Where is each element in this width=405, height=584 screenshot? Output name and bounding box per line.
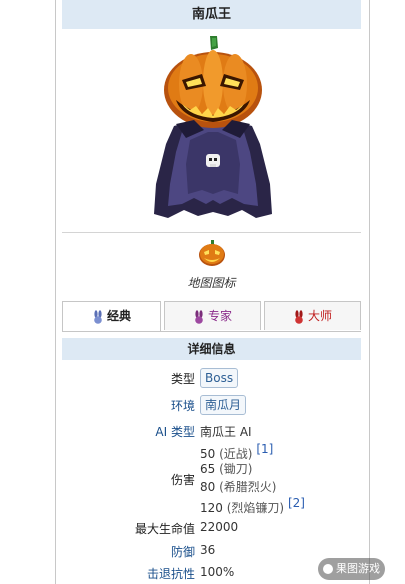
section-divider <box>62 232 361 233</box>
tab-classic-label: 经典 <box>106 309 131 323</box>
type-tag[interactable]: Boss <box>200 368 239 388</box>
stat-row-type: 类型 Boss <box>62 368 361 388</box>
damage-line: 80 (希腊烈火) <box>200 480 277 494</box>
environment-tag[interactable]: 南瓜月 <box>200 395 247 415</box>
stat-row-environment: 环境 南瓜月 <box>62 395 361 415</box>
boss-title: 南瓜王 <box>62 0 361 29</box>
tab-expert-label: 专家 <box>207 309 232 323</box>
watermark-logo-icon <box>323 564 333 574</box>
damage-line: 120 (烈焰镰刀) [2] <box>200 496 305 515</box>
damage-label: 伤害 <box>170 473 195 487</box>
map-icon <box>199 240 225 266</box>
max-life-value: 22000 <box>200 520 239 534</box>
defense-value: 36 <box>200 543 216 557</box>
details-header: 详细信息 <box>62 338 361 360</box>
damage-line: 50 (近战) [1] <box>200 442 274 461</box>
tabs-baseline <box>62 331 361 332</box>
ai-type-value: 南瓜王 AI <box>200 425 252 439</box>
type-label: 类型 <box>170 372 195 386</box>
watermark: 果图游戏 <box>318 558 385 580</box>
knockback-value: 100% <box>200 565 235 579</box>
environment-label[interactable]: 环境 <box>171 397 195 414</box>
stat-row-defense: 防御 36 <box>62 543 361 559</box>
red-bunny-icon <box>295 309 303 324</box>
purple-bunny-icon <box>195 309 203 324</box>
tab-master[interactable]: 大师 <box>264 301 361 330</box>
stat-row-max-life: 最大生命值 22000 <box>62 520 361 536</box>
map-icon-caption: 地图图标 <box>187 276 236 290</box>
tab-classic[interactable]: 经典 <box>62 301 161 332</box>
max-life-label: 最大生命值 <box>134 522 195 536</box>
reference-link[interactable]: [1] <box>256 442 273 456</box>
ai-type-label[interactable]: AI 类型 <box>155 423 195 440</box>
bunny-icon <box>94 309 102 324</box>
stat-row-ai: AI 类型 南瓜王 AI <box>62 423 361 439</box>
defense-label[interactable]: 防御 <box>171 543 195 560</box>
stat-row-damage: 伤害 50 (近战) [1] 65 (锄刀) 80 (希腊烈火) 120 (烈焰… <box>62 440 361 516</box>
knockback-label[interactable]: 击退抗性 <box>147 565 195 582</box>
tab-master-label: 大师 <box>307 309 332 323</box>
stat-row-knockback: 击退抗性 100% <box>62 565 361 581</box>
difficulty-tabs: 经典 专家 大师 <box>62 301 361 332</box>
tab-expert[interactable]: 专家 <box>164 301 261 330</box>
damage-line: 65 (锄刀) <box>200 462 253 476</box>
pumpkin-king-image <box>154 36 272 218</box>
reference-link[interactable]: [2] <box>288 496 305 510</box>
